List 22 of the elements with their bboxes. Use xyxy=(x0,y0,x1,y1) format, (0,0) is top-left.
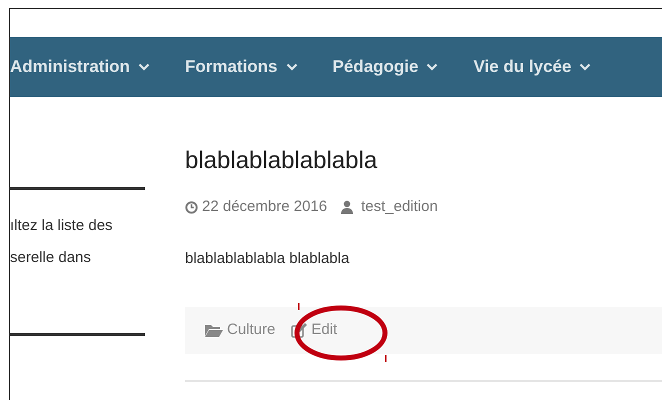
article-body: blablablablabla blablabla xyxy=(185,249,350,270)
chevron-icon xyxy=(579,63,592,71)
folder-icon xyxy=(205,324,223,337)
edit-link[interactable]: Edit xyxy=(291,319,338,342)
nav-menu-item[interactable]: Administration xyxy=(10,54,167,80)
article-author[interactable]: test_edition xyxy=(361,196,438,218)
tick-mark xyxy=(385,355,386,362)
article-date: 22 décembre 2016 xyxy=(202,196,328,217)
clock-icon xyxy=(185,200,198,214)
sidebar-text: ıltez la liste des xyxy=(10,216,114,236)
category-link[interactable]: Culture xyxy=(227,319,276,342)
sidebar-text: serelle dans xyxy=(10,248,92,268)
user-icon xyxy=(341,200,354,214)
chevron-icon xyxy=(426,63,438,71)
edit-icon xyxy=(291,322,308,338)
article-title: blablablablablabla xyxy=(185,147,378,176)
nav-menu-item[interactable]: Pédagogie xyxy=(332,54,456,80)
tick-mark xyxy=(298,303,300,310)
nav-menu-item[interactable]: Formations xyxy=(184,54,315,80)
nav-menu-item[interactable]: Vie du lycée xyxy=(473,54,608,80)
chevron-icon xyxy=(286,63,298,71)
chevron-icon xyxy=(138,63,150,71)
